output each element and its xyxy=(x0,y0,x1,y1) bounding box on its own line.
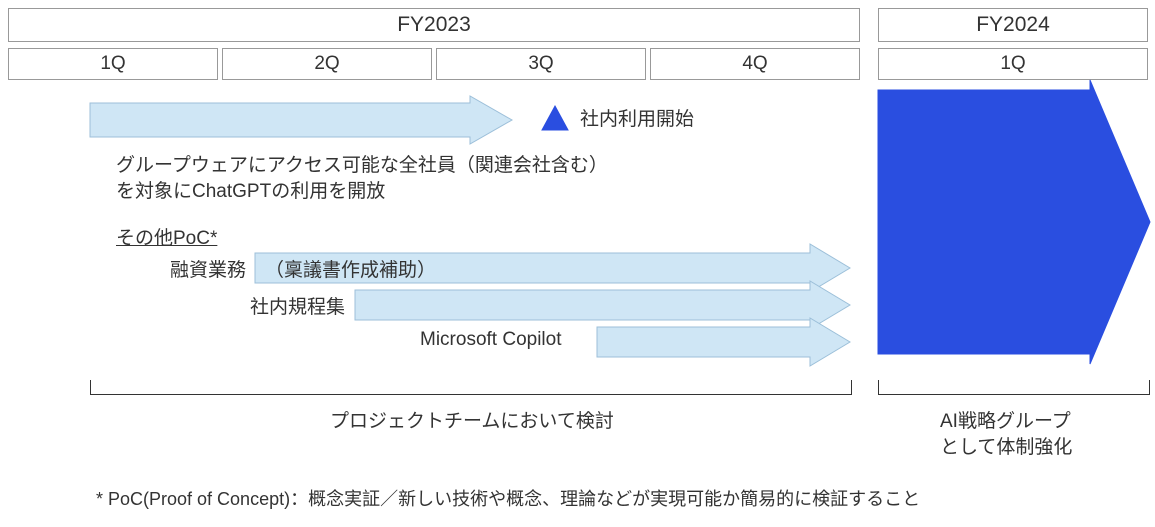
bracket-fy2023 xyxy=(90,380,852,395)
poc1-inside-label: （稟議書作成補助） xyxy=(265,255,436,282)
timeline-diagram: FY2023 FY2024 1Q 2Q 3Q 4Q 1Q 社内利用開始 グループ… xyxy=(0,0,1155,527)
desc-line1: グループウェアにアクセス可能な全社員（関連会社含む） xyxy=(116,152,608,180)
bracket-fy2024 xyxy=(878,380,1150,395)
arrow-poc-rules xyxy=(355,281,850,329)
milestone-triangle-icon xyxy=(542,106,568,130)
desc-line2: を対象にChatGPTの利用を開放 xyxy=(116,178,385,206)
arrow-chatgpt-rollout xyxy=(90,96,512,144)
bracket2-label-a: AI戦略グループ xyxy=(940,408,1071,436)
arrow-poc-copilot xyxy=(597,318,850,366)
footnote: * PoC(Proof of Concept)：概念実証／新しい技術や概念、理論… xyxy=(96,486,920,512)
poc2-left-label: 社内規程集 xyxy=(250,292,345,319)
arrow-fy2024-big xyxy=(878,80,1150,364)
milestone-label: 社内利用開始 xyxy=(580,106,694,134)
poc-section-title: その他PoC* xyxy=(116,225,217,253)
bracket1-label: プロジェクトチームにおいて検討 xyxy=(330,408,614,436)
bracket2-label-b: として体制強化 xyxy=(940,434,1072,462)
poc1-left-label: 融資業務 xyxy=(170,255,246,282)
poc3-left-label: Microsoft Copilot xyxy=(420,329,562,351)
